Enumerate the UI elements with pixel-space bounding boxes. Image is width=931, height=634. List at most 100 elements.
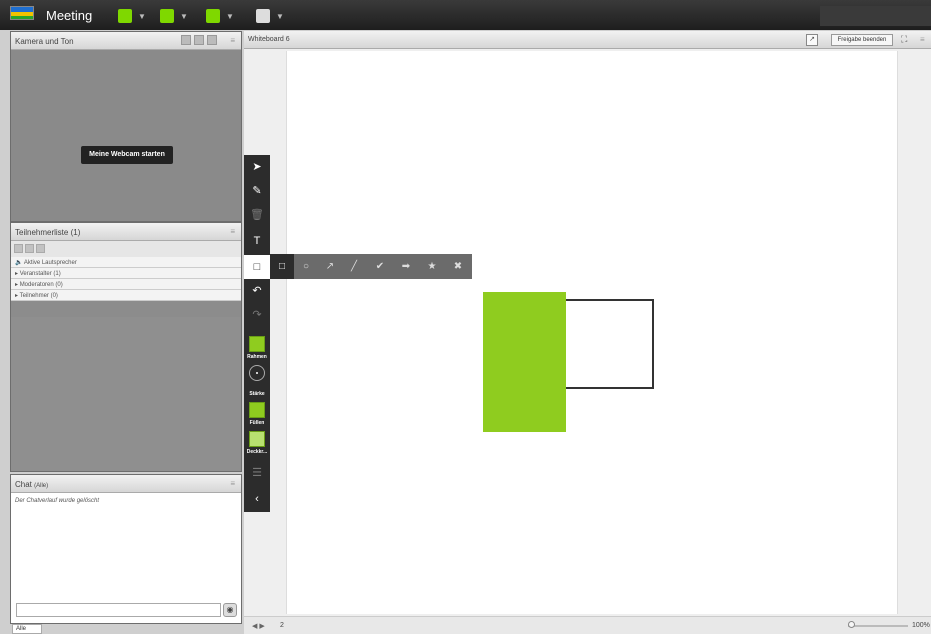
camera-pane-header: Kamera und Ton ≡ [11, 32, 241, 50]
zoom-level[interactable]: 100% [912, 622, 930, 629]
webcam-icon [206, 9, 220, 23]
whiteboard-title: Whiteboard 6 [248, 36, 290, 43]
filmstrip-layout-icon[interactable] [194, 35, 204, 45]
chat-pane-header: Chat (Alle) ≡ [11, 475, 241, 493]
rectangle-filled-shape[interactable] [483, 292, 566, 432]
speaker-button[interactable]: ▼ [118, 9, 146, 23]
group-label: Teilnehmer (0) [19, 293, 58, 299]
redo-icon[interactable]: ↷ [244, 303, 270, 327]
shape-subtoolbar: □ ○ ↗ ╱ ✔ ➡ ★ ✖ [270, 254, 472, 279]
layout-icons [181, 35, 217, 45]
chat-pane-title: Chat [15, 480, 32, 489]
status-button[interactable]: ▼ [256, 9, 284, 23]
participants-pane-header: Teilnehmerliste (1) ≡ [11, 223, 241, 241]
page-number: 2 [280, 622, 284, 629]
text-tool[interactable]: T [244, 229, 270, 253]
participants-toolbar [11, 241, 241, 257]
sort-icon[interactable] [36, 244, 45, 253]
chevron-down-icon[interactable]: ▼ [226, 12, 234, 21]
checkmark-icon[interactable]: ✔ [368, 254, 392, 279]
star-icon[interactable]: ★ [420, 254, 444, 279]
page-navigation[interactable]: ◀ ▶ [252, 622, 265, 630]
fill-label: Füllen [249, 420, 265, 426]
grid-layout-icon[interactable] [181, 35, 191, 45]
rectangle-outline-shape[interactable] [564, 299, 654, 389]
chat-message: Der Chatverlauf wurde gelöscht [15, 498, 100, 504]
delete-tool-icon[interactable]: 🗑 [244, 203, 270, 227]
group-label: Veranstalter (1) [19, 271, 61, 277]
next-page-icon[interactable]: ▶ [259, 623, 264, 630]
start-webcam-button[interactable]: Meine Webcam starten [81, 146, 173, 164]
arrow-icon[interactable]: ↗ [318, 254, 342, 279]
right-arrow-icon[interactable]: ➡ [394, 254, 418, 279]
chevron-down-icon[interactable]: ▼ [180, 12, 188, 21]
participants-pane-title: Teilnehmerliste [15, 228, 69, 237]
share-options-icon[interactable]: ↗ [806, 34, 818, 46]
camera-area: Meine Webcam starten [11, 50, 241, 221]
group-row[interactable]: ▸ Teilnehmer (0) [11, 290, 241, 301]
chat-scope: (Alle) [34, 483, 49, 489]
cross-icon[interactable]: ✖ [446, 254, 470, 279]
camera-pane: Kamera und Ton ≡ Meine Webcam starten [10, 31, 242, 222]
chat-tab-all[interactable]: Alle [12, 624, 42, 634]
participants-pane: Teilnehmerliste (1) ≡ 🔈 Aktive Lautsprec… [10, 222, 242, 472]
app-logo [10, 6, 34, 20]
opacity-swatch[interactable] [249, 431, 265, 447]
active-speakers-label: Aktive Lautsprecher [23, 260, 77, 266]
collapse-toolbar-icon[interactable]: ‹ [244, 487, 270, 511]
group-row[interactable]: ▸ Moderatoren (0) [11, 279, 241, 290]
list-view-icon[interactable] [14, 244, 23, 253]
chat-input[interactable] [16, 603, 221, 617]
shape-tool-icon[interactable]: □ [244, 255, 270, 279]
zoom-slider-handle[interactable] [848, 621, 855, 628]
microphone-button[interactable]: ▼ [160, 9, 188, 23]
chat-messages: Der Chatverlauf wurde gelöscht [11, 493, 241, 509]
chevron-right-icon: ▸ [15, 271, 19, 277]
participants-empty-area [11, 317, 241, 471]
active-speakers-row: 🔈 Aktive Lautsprecher [11, 257, 241, 268]
fullscreen-icon[interactable]: ⛶ [901, 34, 907, 45]
send-icon[interactable]: ◉ [223, 603, 237, 617]
top-bar: Meeting ▼ ▼ ▼ ▼ [0, 0, 931, 30]
whiteboard-header: Whiteboard 6 [244, 31, 931, 49]
meeting-menu[interactable]: Meeting [46, 8, 92, 23]
chevron-right-icon: ▸ [15, 293, 19, 299]
topbar-right-area [820, 6, 931, 26]
circle-icon[interactable]: ○ [294, 254, 318, 279]
whiteboard-footer: ◀ ▶ 2 100% [244, 616, 931, 634]
chat-pane: Chat (Alle) ≡ Der Chatverlauf wurde gelö… [10, 474, 242, 624]
fullscreen-icon[interactable] [207, 35, 217, 45]
speaker-icon [118, 9, 132, 23]
pane-menu-icon[interactable]: ≡ [920, 35, 925, 44]
undo-icon[interactable]: ↶ [244, 279, 270, 303]
opacity-label: Deckkr... [246, 449, 268, 455]
pane-menu-icon[interactable]: ≡ [230, 479, 235, 488]
grid-view-icon[interactable] [25, 244, 34, 253]
select-tool-icon[interactable]: ➤ [244, 155, 270, 179]
chevron-down-icon[interactable]: ▼ [138, 12, 146, 21]
stroke-width-control[interactable] [249, 365, 265, 381]
pane-menu-icon[interactable]: ≡ [230, 227, 235, 236]
pane-menu-icon[interactable]: ≡ [230, 36, 235, 45]
rectangle-icon[interactable]: □ [270, 254, 294, 279]
group-row[interactable]: ▸ Veranstalter (1) [11, 268, 241, 279]
participant-count: (1) [70, 228, 81, 237]
chevron-right-icon: ▸ [15, 282, 19, 288]
speaker-icon: 🔈 [15, 260, 23, 266]
fill-color-swatch[interactable] [249, 402, 265, 418]
stroke-label: Stärke [249, 391, 265, 397]
whiteboard-toolbar: ➤ ✎ 🗑 T □ ↶ ↷ Rahmen Stärke Füllen Deckk… [244, 155, 270, 512]
camera-pane-title: Kamera und Ton [15, 37, 74, 46]
chevron-down-icon[interactable]: ▼ [276, 12, 284, 21]
camera-button[interactable]: ▼ [206, 9, 234, 23]
microphone-icon [160, 9, 174, 23]
frame-color-swatch[interactable] [249, 336, 265, 352]
group-label: Moderatoren (0) [19, 282, 63, 288]
stop-sharing-button[interactable]: Freigabe beenden [831, 34, 893, 46]
previous-page-icon[interactable]: ◀ [252, 623, 257, 630]
line-icon[interactable]: ╱ [342, 254, 366, 279]
pencil-tool-icon[interactable]: ✎ [244, 179, 270, 203]
raise-hand-icon [256, 9, 270, 23]
zoom-slider[interactable] [848, 625, 908, 627]
layers-icon[interactable]: ☰ [244, 461, 270, 485]
